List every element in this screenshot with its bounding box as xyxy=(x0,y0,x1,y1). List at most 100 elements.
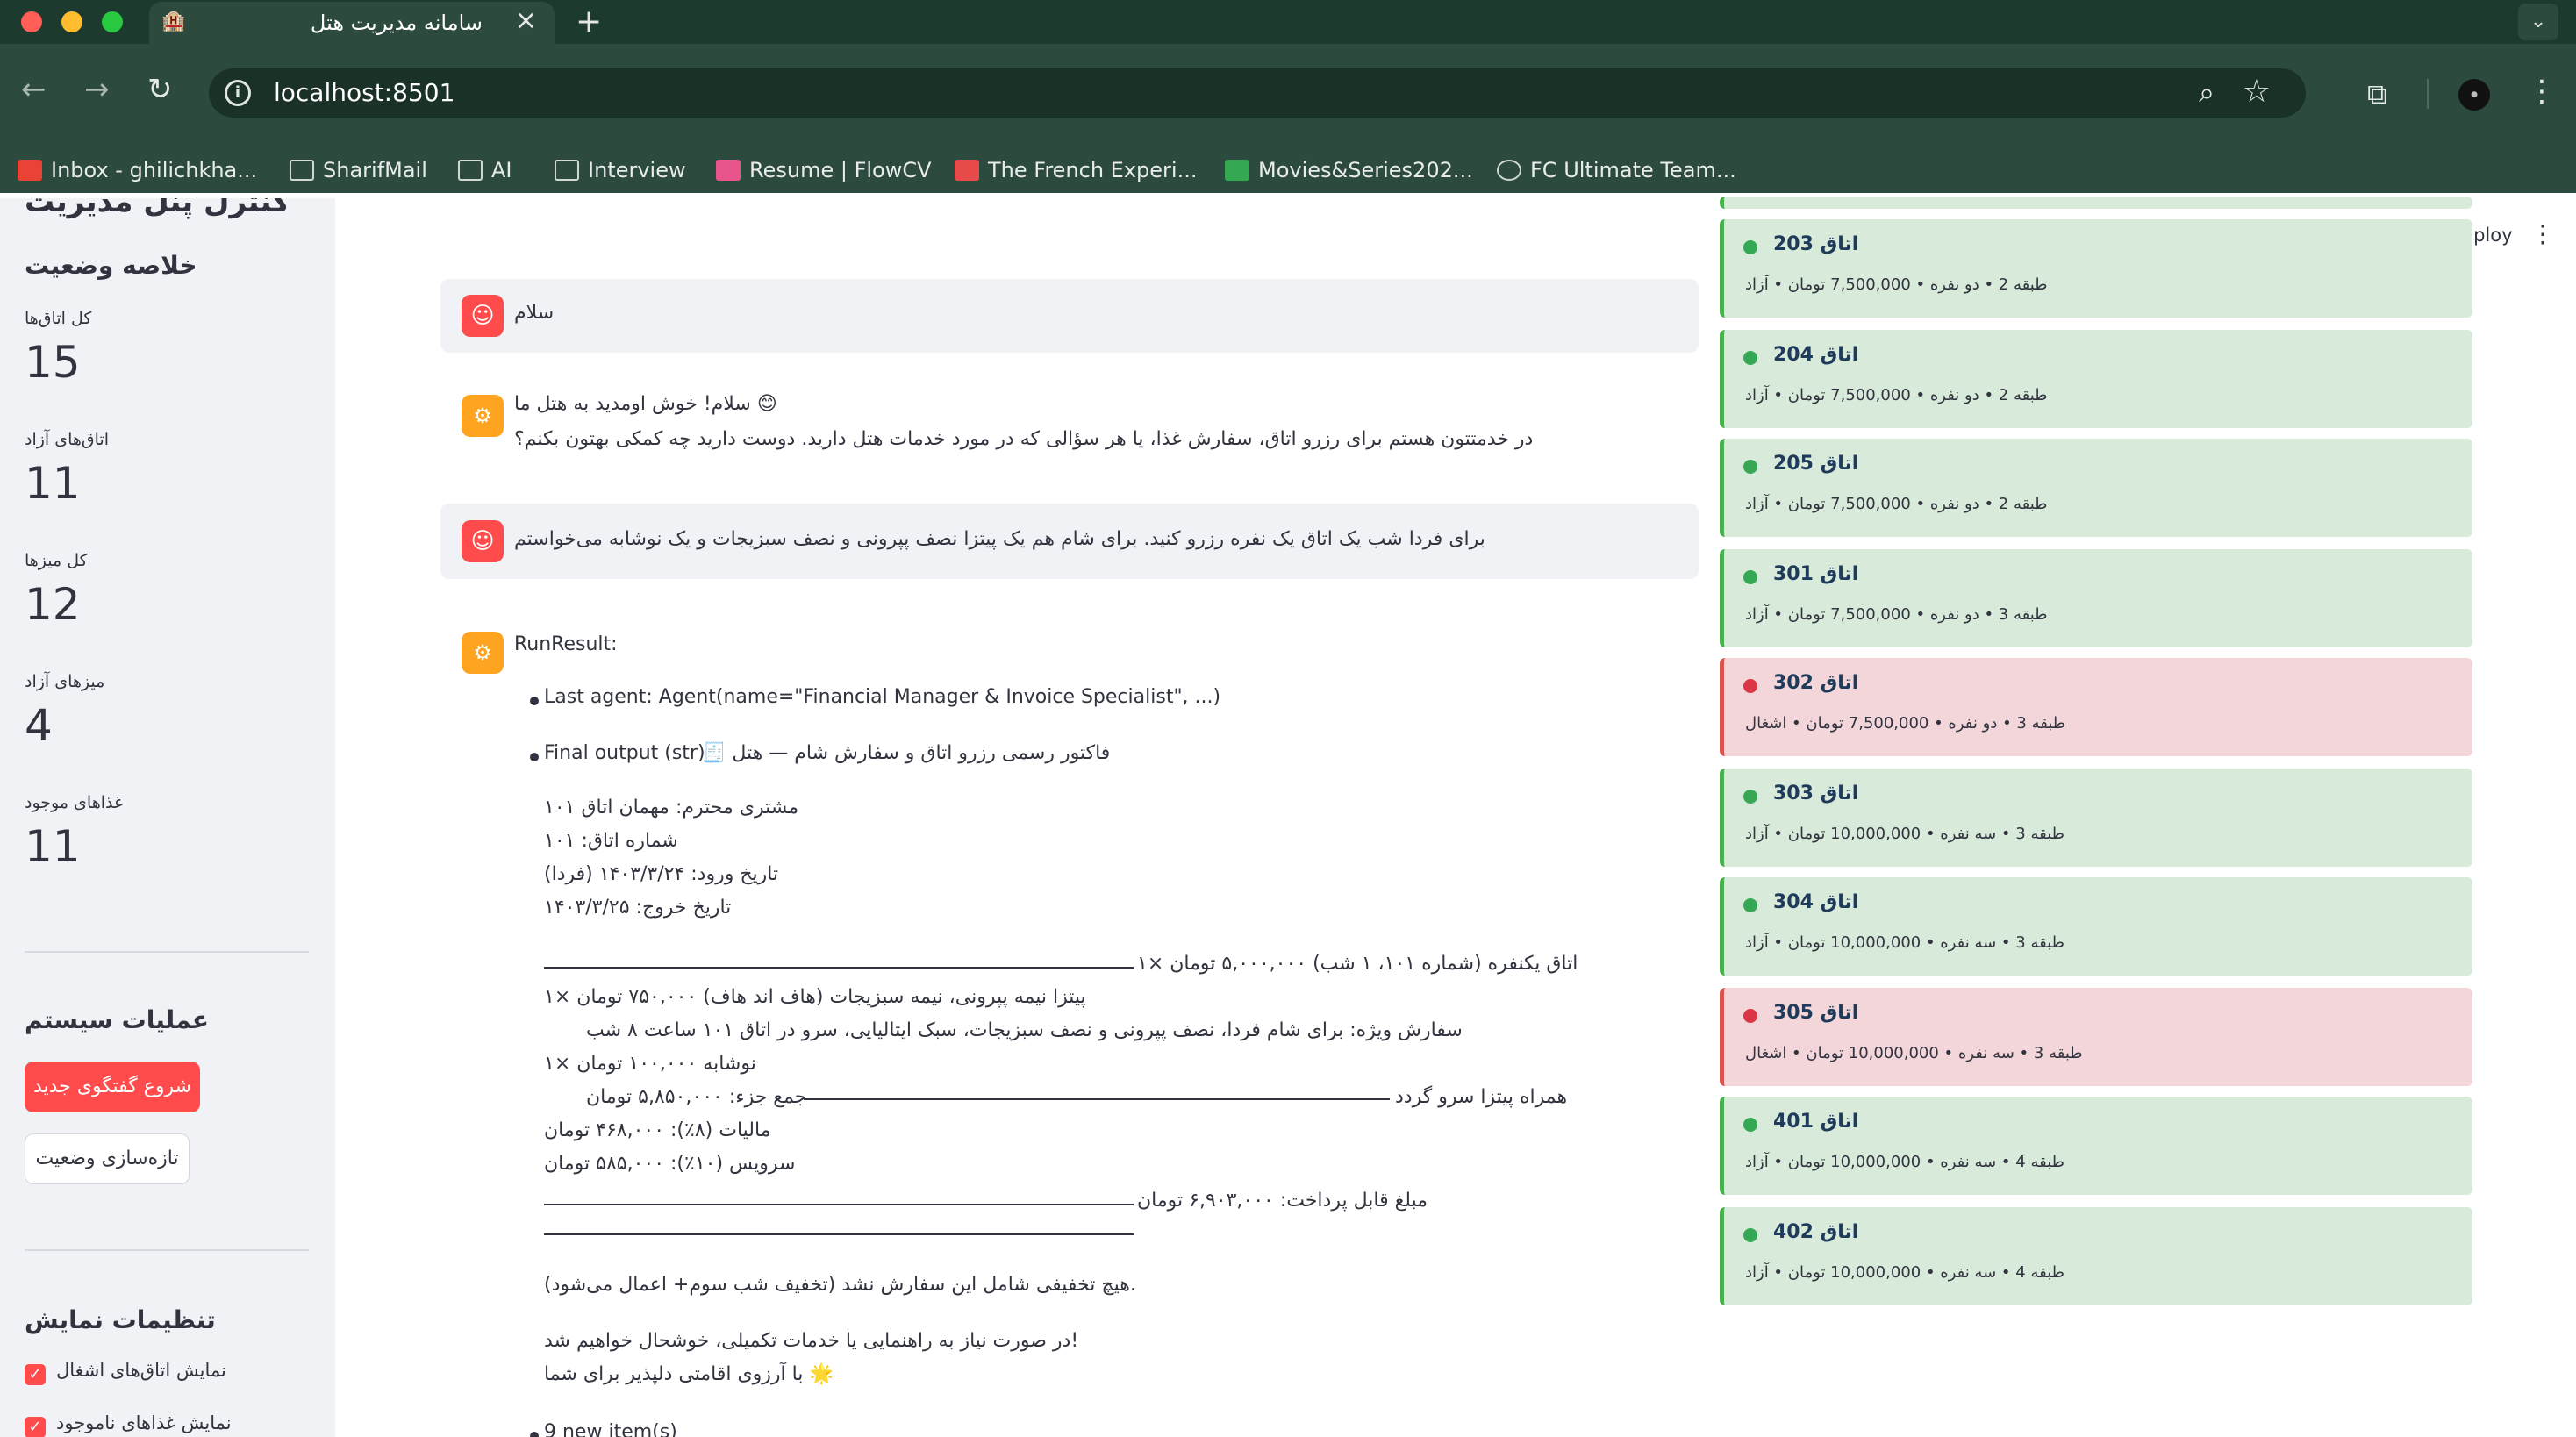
room-title: اتاق 303 xyxy=(1773,783,1859,804)
final-output-label: Final output (str): xyxy=(544,742,712,764)
checkbox-checked-icon[interactable]: ✓ xyxy=(25,1364,46,1385)
new-tab-icon[interactable]: + xyxy=(576,4,602,39)
folder-icon xyxy=(458,160,483,181)
browser-tab[interactable]: 🏨 سامانه مدیریت هتل × xyxy=(149,2,555,44)
room-card: اتاق 304 طبقه 3 • سه نفره • 10,000,000 ت… xyxy=(1720,877,2472,976)
back-arrow-icon[interactable]: ← xyxy=(21,72,47,107)
invoice-service: سرویس (۱۰٪): ۵۸۵,۰۰۰ تومان xyxy=(544,1153,796,1175)
status-dot xyxy=(1743,679,1757,693)
bookmark-star-icon[interactable]: ☆ xyxy=(2243,74,2271,110)
tab-search-chevron-icon[interactable]: ⌄ xyxy=(2518,4,2558,40)
sidebar: کنترل پنل مدیریت خلاصه وضعیت کل اتاق‌ها … xyxy=(0,198,335,1437)
hotel-favicon-icon: 🏨 xyxy=(161,11,186,32)
minimize-window-button[interactable] xyxy=(61,11,82,32)
maximize-window-button[interactable] xyxy=(102,11,123,32)
room-info: طبقه 4 • سه نفره • 10,000,000 تومان • آز… xyxy=(1745,1263,2064,1282)
bookmark-item[interactable]: The French Experi... xyxy=(955,158,1197,182)
status-dot xyxy=(1743,1118,1757,1132)
extensions-icon[interactable]: ⧉ xyxy=(2367,77,2387,111)
refresh-button[interactable]: تازه‌سازی وضعیت xyxy=(25,1133,190,1184)
sidebar-divider xyxy=(25,1249,309,1251)
bookmark-item[interactable]: Interview xyxy=(555,158,686,182)
message-text: سلام xyxy=(514,302,555,324)
list-bullet xyxy=(530,753,539,761)
status-dot xyxy=(1743,898,1757,912)
room-title: اتاق 304 xyxy=(1773,891,1859,913)
gmail-icon xyxy=(18,160,42,181)
room-card: اتاق 205 طبقه 2 • دو نفره • 7,500,000 تو… xyxy=(1720,439,2472,537)
tab-close-icon[interactable]: × xyxy=(515,5,537,36)
zoom-icon[interactable]: ⌕ xyxy=(2199,75,2215,110)
room-info: طبقه 3 • دو نفره • 7,500,000 تومان • اشغ… xyxy=(1745,714,2066,733)
reload-icon[interactable]: ↻ xyxy=(147,72,173,107)
display-settings-heading: تنظیمات نمایش xyxy=(25,1305,216,1334)
separator-line xyxy=(544,1204,1134,1205)
folder-icon xyxy=(555,160,579,181)
room-info: طبقه 2 • دو نفره • 7,500,000 تومان • آزا… xyxy=(1745,495,2048,513)
room-title: اتاق 401 xyxy=(1773,1111,1859,1133)
metric-value: 11 xyxy=(25,821,81,872)
checkbox-show-unavailable-foods[interactable]: ✓ نمایش غذاهای ناموجود xyxy=(25,1412,232,1437)
bookmark-item[interactable]: Movies&Series202... xyxy=(1225,158,1473,182)
invoice-line: شماره اتاق: ۱۰۱ xyxy=(544,830,678,852)
address-bar[interactable]: i localhost:8501 ⌕ ☆ xyxy=(209,68,2306,118)
bookmark-item[interactable]: AI xyxy=(458,158,512,182)
user-message: ☺ برای فردا شب یک اتاق یک نفره رزرو کنید… xyxy=(440,504,1699,579)
invoice-drink-line: نوشابه ۱۰۰,۰۰۰ تومان ×۱ xyxy=(544,1053,756,1075)
forward-arrow-icon[interactable]: → xyxy=(84,72,110,107)
bookmark-item[interactable]: Inbox - ghilichkha... xyxy=(18,158,257,182)
user-avatar-icon: ☺ xyxy=(462,520,504,562)
star-badge-icon xyxy=(955,160,979,181)
help-note: !در صورت نیاز به راهنمایی یا خدمات تکمیل… xyxy=(544,1330,1079,1352)
room-title: اتاق 305 xyxy=(1773,1002,1859,1024)
assistant-avatar-icon: ⚙ xyxy=(462,395,504,437)
close-window-button[interactable] xyxy=(21,11,42,32)
last-agent-text: Last agent: Agent(name="Financial Manage… xyxy=(544,686,1221,708)
metric-label: کل اتاق‌ها xyxy=(25,309,92,328)
separator-line xyxy=(544,967,1134,969)
metric-value: 11 xyxy=(25,458,81,509)
message-text: برای فردا شب یک اتاق یک نفره رزرو کنید. … xyxy=(514,528,1485,550)
invoice-serve-note: همراه پیتزا سرو گردد xyxy=(1395,1086,1568,1108)
invoice-tax: مالیات (۸٪): ۴۶۸,۰۰۰ تومان xyxy=(544,1119,771,1141)
checkbox-checked-icon[interactable]: ✓ xyxy=(25,1417,46,1437)
invoice-special-order: سفارش ویژه: برای شام فردا، نصف پپرونی و … xyxy=(586,1019,1463,1041)
invoice-room-line: اتاق یکنفره (شماره ۱۰۱، ۱ شب) ۵,۰۰۰,۰۰۰ … xyxy=(1137,953,1578,975)
mail-icon xyxy=(290,160,314,181)
room-info: طبقه 3 • سه نفره • 10,000,000 تومان • اش… xyxy=(1745,1044,2083,1062)
list-bullet xyxy=(530,1432,539,1437)
status-dot xyxy=(1743,790,1757,804)
room-card: اتاق 401 طبقه 4 • سه نفره • 10,000,000 ت… xyxy=(1720,1097,2472,1195)
url-text[interactable]: localhost:8501 xyxy=(274,78,454,107)
metric-label: میزهای آزاد xyxy=(25,672,105,691)
room-card: اتاق 303 طبقه 3 • سه نفره • 10,000,000 ت… xyxy=(1720,769,2472,867)
bookmark-item[interactable]: Resume | FlowCV xyxy=(716,158,932,182)
checkbox-show-occupied-rooms[interactable]: ✓ نمایش اتاق‌های اشغال xyxy=(25,1360,226,1385)
room-title: اتاق 204 xyxy=(1773,344,1859,366)
discount-note: .هیچ تخفیفی شامل این سفارش نشد (تخفیف شب… xyxy=(544,1274,1136,1296)
separator-line xyxy=(804,1098,1390,1100)
sheets-icon xyxy=(1225,160,1249,181)
sidebar-title: کنترل پنل مدیریت xyxy=(25,198,290,219)
new-chat-button[interactable]: شروع گفتگوی جدید xyxy=(25,1062,200,1112)
status-dot xyxy=(1743,1228,1757,1242)
metric-value: 12 xyxy=(25,579,81,630)
bookmark-item[interactable]: SharifMail xyxy=(290,158,427,182)
wish-note: 🌟 با آرزوی اقامتی دلپذیر برای شما xyxy=(544,1363,834,1385)
room-card: اتاق 305 طبقه 3 • سه نفره • 10,000,000 ت… xyxy=(1720,988,2472,1086)
app-menu-icon[interactable]: ⋮ xyxy=(2530,219,2555,248)
flowcv-icon xyxy=(716,160,741,181)
bookmark-item[interactable]: FC Ultimate Team... xyxy=(1497,158,1736,182)
streamlit-app: کنترل پنل مدیریت خلاصه وضعیت کل اتاق‌ها … xyxy=(0,197,2576,1437)
toolbar-divider xyxy=(2427,79,2429,109)
assistant-avatar-icon: ⚙ xyxy=(462,632,504,674)
room-title: اتاق 301 xyxy=(1773,563,1859,585)
run-result-label: RunResult: xyxy=(514,633,618,655)
status-dot xyxy=(1743,570,1757,584)
room-card-partial xyxy=(1720,197,2472,209)
invoice-line: تاریخ خروج: ۱۴۰۳/۳/۲۵ xyxy=(544,897,732,919)
site-info-icon[interactable]: i xyxy=(225,80,251,106)
invoice-total: مبلغ قابل پرداخت: ۶,۹۰۳,۰۰۰ تومان xyxy=(1137,1190,1428,1212)
profile-avatar[interactable]: ● xyxy=(2458,79,2490,111)
browser-menu-icon[interactable]: ⋮ xyxy=(2527,74,2557,109)
